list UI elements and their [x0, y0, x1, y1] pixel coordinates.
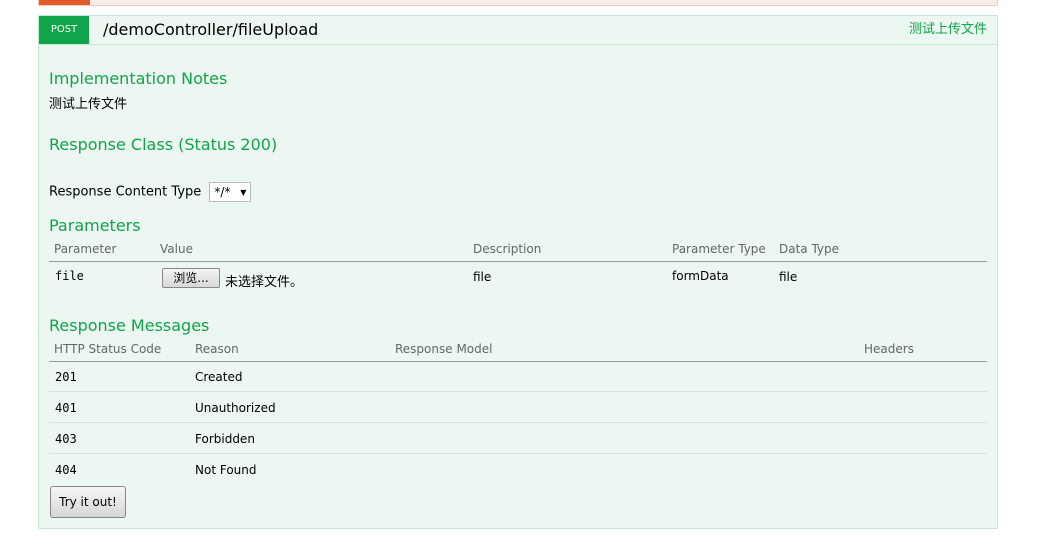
status-reason: Not Found	[195, 463, 257, 477]
chevron-down-icon: ▼	[240, 187, 247, 197]
parameters-heading: Parameters	[49, 216, 141, 235]
param-type: formData	[672, 269, 729, 283]
response-content-type-value: */*	[214, 185, 231, 199]
browse-file-button[interactable]: 浏览...	[162, 268, 220, 288]
param-name: file	[55, 269, 84, 283]
operation-heading[interactable]: POST /demoController/fileUpload 测试上传文件	[39, 16, 997, 45]
response-messages-heading: Response Messages	[49, 316, 210, 335]
resp-col-headers: Headers	[864, 342, 914, 356]
row-divider	[49, 453, 987, 454]
param-col-value: Value	[160, 242, 193, 256]
previous-operation-edge	[38, 0, 998, 6]
endpoint-path[interactable]: /demoController/fileUpload	[103, 16, 318, 44]
param-col-data-type: Data Type	[779, 242, 840, 256]
status-reason: Unauthorized	[195, 401, 276, 415]
response-class-heading: Response Class (Status 200)	[49, 135, 278, 154]
status-code: 401	[55, 401, 77, 415]
implementation-notes-text: 测试上传文件	[49, 97, 128, 112]
row-divider	[49, 422, 987, 423]
response-content-type-label: Response Content Type	[49, 184, 202, 200]
param-col-parameter-type: Parameter Type	[672, 242, 766, 256]
try-it-out-button[interactable]: Try it out!	[50, 486, 126, 518]
resp-col-response-model: Response Model	[395, 342, 493, 356]
row-divider	[49, 391, 987, 392]
no-file-selected-text: 未选择文件。	[225, 275, 304, 290]
param-col-description: Description	[473, 242, 542, 256]
http-method-badge[interactable]: POST	[39, 16, 89, 44]
resp-header-divider	[49, 361, 987, 362]
param-col-parameter: Parameter	[54, 242, 117, 256]
param-header-divider	[49, 261, 987, 262]
resp-col-reason: Reason	[195, 342, 239, 356]
previous-operation-method-badge[interactable]	[39, 0, 90, 5]
status-reason: Created	[195, 370, 243, 384]
operation-summary[interactable]: 测试上传文件	[909, 16, 987, 44]
operation-panel: POST /demoController/fileUpload 测试上传文件 I…	[38, 15, 998, 529]
response-content-type-select[interactable]: */* ▼	[209, 182, 252, 202]
status-code: 201	[55, 370, 77, 384]
response-content-type-row: Response Content Type */* ▼	[49, 182, 252, 202]
status-reason: Forbidden	[195, 432, 255, 446]
param-description: file	[473, 270, 492, 284]
implementation-notes-heading: Implementation Notes	[49, 69, 228, 88]
status-code: 403	[55, 432, 77, 446]
param-data-type: file	[779, 270, 798, 284]
status-code: 404	[55, 463, 77, 477]
resp-col-status-code: HTTP Status Code	[54, 342, 162, 356]
